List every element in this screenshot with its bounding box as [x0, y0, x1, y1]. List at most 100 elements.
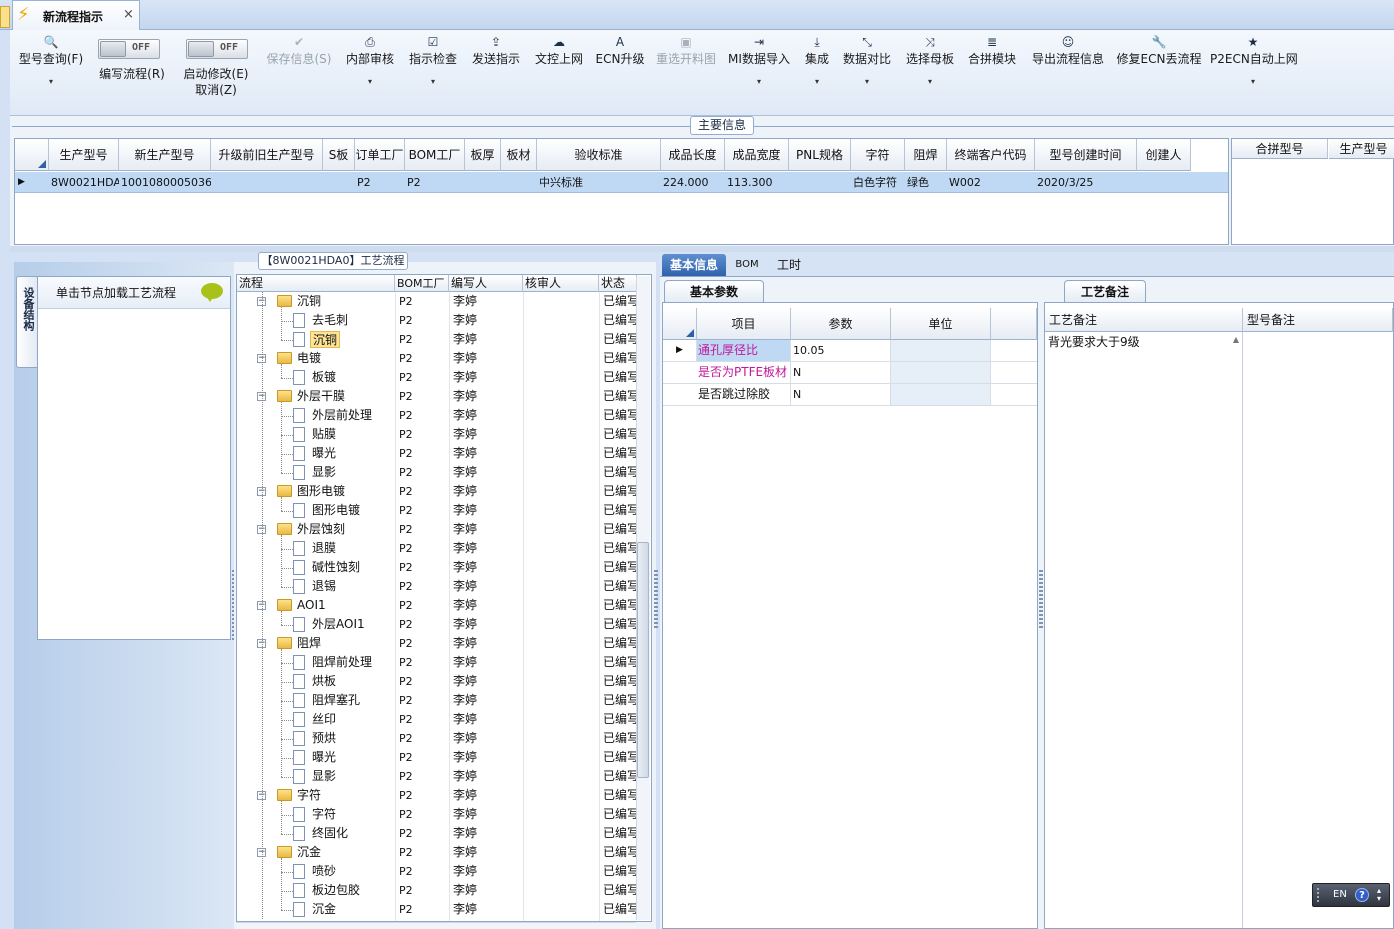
table-row[interactable]: − 沉金 P2 李婷 已编写	[237, 843, 637, 862]
writer-cell[interactable]: 李婷	[453, 900, 519, 919]
process-step-name[interactable]: 字符	[310, 806, 338, 823]
table-row[interactable]: 字符 P2 李婷 已编写	[237, 805, 637, 824]
send-instruction-button[interactable]: ⇪ 发送指示	[468, 30, 524, 116]
fix-ecn-lost-process-button[interactable]: 🔧 修复ECN丢流程	[1116, 30, 1202, 116]
column-header[interactable]: 新生产型号	[119, 139, 211, 171]
table-cell[interactable]	[467, 172, 501, 193]
status-cell[interactable]: 已编写	[603, 900, 637, 919]
bom-factory-cell[interactable]: P2	[399, 634, 447, 653]
reviewer-cell[interactable]	[527, 425, 595, 444]
reviewer-cell[interactable]	[527, 368, 595, 387]
reviewer-cell[interactable]	[527, 292, 595, 311]
reviewer-cell[interactable]	[527, 862, 595, 881]
reviewer-cell[interactable]	[527, 311, 595, 330]
table-cell[interactable]	[213, 172, 323, 193]
status-cell[interactable]: 已编写	[603, 577, 637, 596]
bom-factory-cell[interactable]: P2	[399, 615, 447, 634]
status-cell[interactable]: 已编写	[603, 330, 637, 349]
status-cell[interactable]: 已编写	[603, 653, 637, 672]
reviewer-cell[interactable]	[527, 634, 595, 653]
column-header[interactable]: 流程	[237, 275, 395, 292]
internal-review-button[interactable]: ⎙ 内部审核 ▾	[342, 30, 398, 116]
writer-cell[interactable]: 李婷	[453, 862, 519, 881]
writer-cell[interactable]: 李婷	[453, 482, 519, 501]
table-row[interactable]: 喷砂 P2 李婷 已编写	[237, 862, 637, 881]
options-icon[interactable]: ▴ ▾	[1377, 887, 1381, 903]
table-row[interactable]: 显影 P2 李婷 已编写	[237, 463, 637, 482]
table-row[interactable]: − 阻焊 P2 李婷 已编写	[237, 634, 637, 653]
table-row[interactable]: 图形电镀 P2 李婷 已编写	[237, 501, 637, 520]
table-cell[interactable]: 8W0021HDA0	[51, 172, 119, 193]
model-query-button[interactable]: 🔍 型号查询(F) ▾	[16, 30, 86, 116]
process-step-name[interactable]: 退膜	[310, 540, 338, 557]
main-info-grid[interactable]: 生产型号 新生产型号 升级前旧生产型号 S板 订单工厂 BOM工厂 板厚 板材 验收标准 成品长度…	[14, 138, 1229, 245]
bom-factory-cell[interactable]: P2	[399, 558, 447, 577]
reviewer-cell[interactable]	[527, 786, 595, 805]
reviewer-cell[interactable]	[527, 672, 595, 691]
process-step-name[interactable]: 板边包胶	[310, 882, 362, 899]
table-cell[interactable]: 224.000	[663, 172, 725, 193]
reviewer-cell[interactable]	[527, 805, 595, 824]
column-header[interactable]: 生产型号	[1329, 139, 1394, 159]
status-cell[interactable]: 已编写	[603, 710, 637, 729]
writer-cell[interactable]: 李婷	[453, 672, 519, 691]
status-cell[interactable]: 已编写	[603, 748, 637, 767]
reviewer-cell[interactable]	[527, 520, 595, 539]
status-cell[interactable]: 已编写	[603, 406, 637, 425]
writer-cell[interactable]: 李婷	[453, 577, 519, 596]
reviewer-cell[interactable]	[527, 387, 595, 406]
param-value-cell[interactable]: N	[791, 384, 891, 405]
table-row[interactable]: 贴膜 P2 李婷 已编写	[237, 425, 637, 444]
horizontal-scrollbar[interactable]	[236, 922, 636, 929]
export-process-info-button[interactable]: ☺ 导出流程信息	[1028, 30, 1108, 116]
writer-cell[interactable]: 李婷	[453, 881, 519, 900]
table-row[interactable]: 丝印 P2 李婷 已编写	[237, 710, 637, 729]
column-header[interactable]: 成品宽度	[725, 139, 789, 171]
process-step-name[interactable]: 喷砂	[310, 863, 338, 880]
process-step-name[interactable]: 外层干膜	[295, 388, 347, 405]
table-cell[interactable]	[1139, 172, 1191, 193]
column-header[interactable]: 型号备注	[1243, 308, 1393, 332]
reviewer-cell[interactable]	[527, 501, 595, 520]
scrollbar-thumb[interactable]	[637, 542, 649, 778]
language-bar[interactable]: EN ? ▴ ▾	[1312, 883, 1390, 907]
status-cell[interactable]: 已编写	[603, 786, 637, 805]
chevron-down-icon[interactable]: ▾	[800, 77, 834, 87]
column-header[interactable]: BOM工厂	[395, 275, 449, 292]
p2ecn-auto-online-button[interactable]: ★ P2ECN自动上网 ▾	[1210, 30, 1298, 116]
bom-factory-cell[interactable]: P2	[399, 596, 447, 615]
param-unit-cell[interactable]	[891, 362, 991, 383]
bom-factory-cell[interactable]: P2	[399, 805, 447, 824]
bom-factory-cell[interactable]: P2	[399, 900, 447, 919]
param-item-cell[interactable]: 通孔厚径比	[697, 340, 791, 361]
reviewer-cell[interactable]	[527, 824, 595, 843]
column-header[interactable]: 板材	[501, 139, 537, 171]
bom-factory-cell[interactable]: P2	[399, 767, 447, 786]
language-indicator[interactable]: EN	[1333, 889, 1347, 900]
table-row[interactable]: 板边包胶 P2 李婷 已编写	[237, 881, 637, 900]
bom-factory-cell[interactable]: P2	[399, 710, 447, 729]
table-cell[interactable]: P2	[357, 172, 405, 193]
param-item-cell[interactable]: 是否为PTFE板材	[697, 362, 791, 383]
process-step-name[interactable]: 显影	[310, 768, 338, 785]
process-step-name[interactable]: 外层蚀刻	[295, 521, 347, 538]
table-row[interactable]: ▶ 通孔厚径比 10.05	[663, 340, 1037, 362]
column-header[interactable]: 状态	[599, 275, 637, 292]
writer-cell[interactable]: 李婷	[453, 824, 519, 843]
bom-factory-cell[interactable]: P2	[399, 672, 447, 691]
table-row[interactable]: 沉铜 P2 李婷 已编写	[237, 330, 637, 349]
bom-factory-cell[interactable]: P2	[399, 539, 447, 558]
table-row[interactable]: 沉金 P2 李婷 已编写	[237, 900, 637, 919]
column-header[interactable]: 验收标准	[537, 139, 661, 171]
column-header[interactable]: 订单工厂	[355, 139, 405, 171]
grip-icon[interactable]	[1317, 888, 1325, 902]
chevron-down-icon[interactable]: ▾	[902, 77, 958, 87]
reviewer-cell[interactable]	[527, 596, 595, 615]
table-row[interactable]: 烘板 P2 李婷 已编写	[237, 672, 637, 691]
reviewer-cell[interactable]	[527, 748, 595, 767]
writer-cell[interactable]: 李婷	[453, 843, 519, 862]
process-step-name[interactable]: AOI1	[295, 597, 328, 614]
document-tab[interactable]: ⚡ 新流程指示 ×	[12, 0, 140, 30]
tab-work-hours[interactable]: 工时	[770, 254, 808, 276]
status-cell[interactable]: 已编写	[603, 482, 637, 501]
